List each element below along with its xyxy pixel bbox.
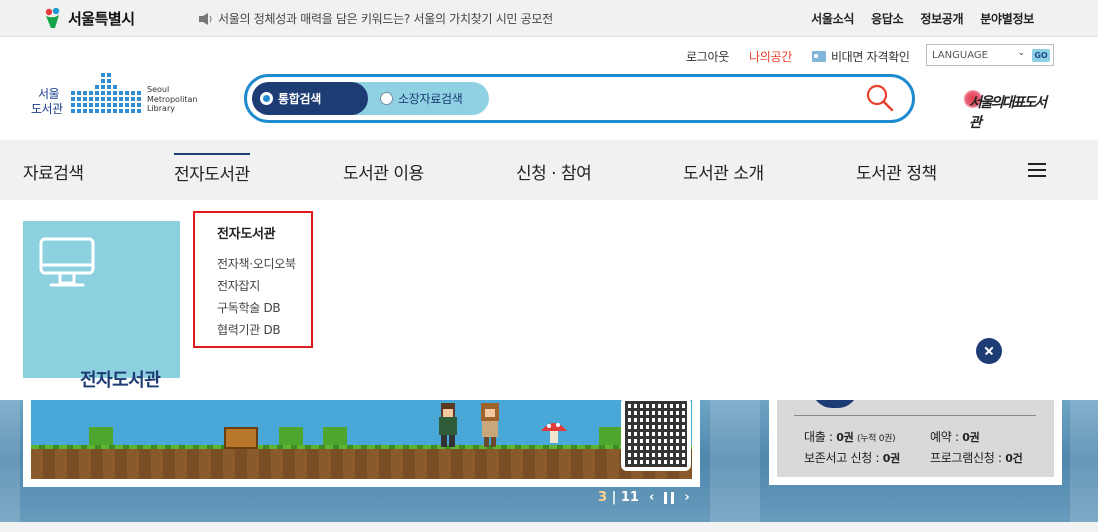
- pause-icon[interactable]: [664, 491, 675, 504]
- chevron-down-icon: ⌄: [1017, 48, 1025, 58]
- qr-code: [621, 400, 691, 471]
- top-utility-bar: 서울특별시 서울의 정체성과 매력을 담은 키워드는? 서울의 가치찾기 시민 …: [0, 0, 1098, 37]
- event-banner[interactable]: [23, 400, 700, 487]
- next-arrow-icon[interactable]: ›: [684, 490, 689, 505]
- radio-unchecked-icon: [380, 92, 393, 105]
- tab-collection-search[interactable]: 소장자료검색: [380, 82, 463, 115]
- user-links: 로그아웃 나의공간 비대면 자격확인: [686, 48, 910, 65]
- library-pixel-mark-icon: [71, 73, 141, 113]
- notice-text: 서울의 정체성과 매력을 담은 키워드는? 서울의 가치찾기 시민 공모전: [218, 12, 553, 26]
- monitor-icon: [39, 237, 95, 287]
- digital-library-tile[interactable]: 전자도서관: [23, 221, 180, 391]
- top-link-field-info[interactable]: 분야별정보: [980, 10, 1034, 27]
- nav-item-digital-library[interactable]: 전자도서관: [174, 153, 250, 185]
- submenu-item-academic-db[interactable]: 구독학술 DB: [217, 299, 311, 316]
- nav-item-apply-participate[interactable]: 신청 · 참여: [516, 159, 592, 184]
- library-logo[interactable]: 서울 도서관 Seoul Metropolitan Library: [31, 71, 198, 119]
- digital-library-submenu: 전자도서관 전자책·오디오북 전자잡지 구독학술 DB 협력기관 DB: [193, 211, 313, 348]
- library-logo-korean: 서울 도서관: [31, 87, 63, 116]
- notice-ticker[interactable]: 서울의 정체성과 매력을 담은 키워드는? 서울의 가치찾기 시민 공모전: [199, 10, 553, 27]
- top-link-info-disclosure[interactable]: 정보공개: [920, 10, 963, 27]
- representative-library-logo[interactable]: 서울의대표도서관: [963, 86, 1055, 131]
- digital-library-tile-title: 전자도서관: [80, 370, 161, 391]
- verify-label: 비대면 자격확인: [830, 50, 910, 64]
- top-link-news[interactable]: 서울소식: [811, 10, 854, 27]
- verify-link[interactable]: 비대면 자격확인: [811, 48, 910, 65]
- tab-collection-search-label: 소장자료검색: [398, 92, 463, 106]
- submenu-item-ebook-audiobook[interactable]: 전자책·오디오북: [217, 255, 311, 272]
- language-label: LANGUAGE: [932, 49, 988, 61]
- submenu-heading[interactable]: 전자도서관: [217, 223, 311, 242]
- nav-item-about-library[interactable]: 도서관 소개: [683, 159, 764, 184]
- nav-item-library-policy[interactable]: 도서관 정책: [856, 159, 937, 184]
- prev-arrow-icon[interactable]: ‹: [649, 490, 654, 505]
- digital-library-dropdown: 전자도서관 전자도서관 전자책·오디오북 전자잡지 구독학술 DB 협력기관 D…: [0, 200, 1098, 400]
- top-links: 서울소식 응답소 정보공개 분야별정보: [811, 10, 1034, 27]
- reserve-count[interactable]: 예약 : 0권: [930, 428, 980, 445]
- submenu-item-emagazine[interactable]: 전자잡지: [217, 277, 311, 294]
- id-card-icon: [811, 51, 826, 62]
- my-space-link[interactable]: 나의공간: [749, 48, 792, 65]
- tab-integrated-search-label: 통합검색: [278, 92, 321, 106]
- mushroom-icon: [541, 423, 567, 443]
- my-account-box: 대출 : 0권 (누적 0권) 예약 : 0권 보존서고 신청 : 0권 프로그…: [769, 400, 1062, 485]
- close-icon[interactable]: [976, 338, 1002, 364]
- logout-link[interactable]: 로그아웃: [686, 48, 729, 65]
- nav-item-search[interactable]: 자료검색: [23, 159, 84, 184]
- speaker-icon: [199, 12, 212, 25]
- search-input[interactable]: [497, 83, 837, 114]
- language-select[interactable]: LANGUAGE ⌄ GO: [926, 44, 1054, 66]
- menu-icon[interactable]: [1028, 163, 1046, 177]
- search-box: 통합검색 소장자료검색: [244, 74, 915, 123]
- search-icon[interactable]: [865, 83, 895, 113]
- tab-integrated-search[interactable]: 통합검색: [252, 82, 368, 115]
- avatar: [812, 400, 858, 408]
- storage-request-count[interactable]: 보존서고 신청 : 0권: [804, 449, 900, 466]
- banner-page-indicator: 3 | 11: [598, 490, 639, 505]
- program-request-count[interactable]: 프로그램신청 : 0건: [930, 449, 1023, 466]
- seoul-city-logo[interactable]: 서울특별시: [42, 5, 135, 31]
- top-link-response[interactable]: 응답소: [871, 10, 904, 27]
- treasure-chest-icon: [224, 427, 258, 449]
- nav-item-library-use[interactable]: 도서관 이용: [343, 159, 424, 184]
- representative-library-text: 서울의대표도서관: [969, 95, 1047, 131]
- banner-game-illustration: [31, 400, 692, 479]
- main-visual-area: 3 | 11 ‹ › 대출 : 0권 (누적 0권) 예약 : 0권 보존서고 …: [0, 400, 1098, 532]
- main-navigation: 자료검색 전자도서관 도서관 이용 신청 · 참여 도서관 소개 도서관 정책: [0, 140, 1098, 200]
- library-logo-english: Seoul Metropolitan Library: [147, 85, 198, 113]
- radio-checked-icon: [260, 92, 273, 105]
- search-scope-tabs: 통합검색 소장자료검색: [252, 82, 489, 115]
- character-boy-icon: [439, 403, 457, 447]
- loan-count[interactable]: 대출 : 0권 (누적 0권): [804, 428, 896, 445]
- banner-pager: 3 | 11 ‹ ›: [598, 490, 690, 505]
- seoul-mark-icon: [45, 7, 60, 28]
- language-go-button[interactable]: GO: [1032, 49, 1050, 62]
- character-girl-icon: [481, 403, 499, 447]
- submenu-item-partner-db[interactable]: 협력기관 DB: [217, 321, 311, 338]
- seoul-city-name: 서울특별시: [68, 9, 135, 28]
